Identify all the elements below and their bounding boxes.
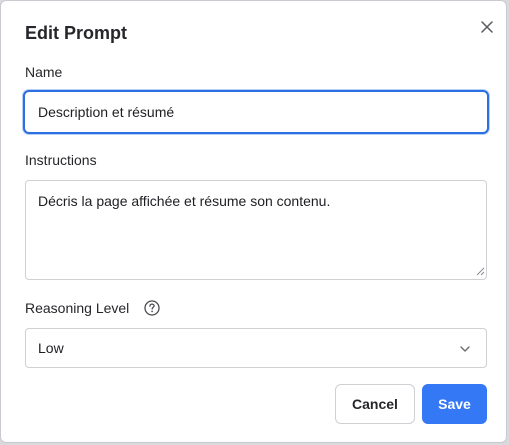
name-input[interactable] bbox=[23, 90, 489, 134]
reasoning-level-value: Low bbox=[38, 340, 64, 356]
reasoning-level-label: Reasoning Level bbox=[25, 300, 130, 316]
chevron-down-icon bbox=[460, 346, 470, 352]
close-icon bbox=[481, 21, 493, 33]
reasoning-level-select[interactable]: Low bbox=[25, 328, 487, 368]
instructions-label: Instructions bbox=[25, 152, 97, 168]
edit-prompt-dialog: Edit Prompt Name Instructions Décris la … bbox=[0, 0, 507, 443]
close-button[interactable] bbox=[475, 15, 499, 39]
save-button[interactable]: Save bbox=[422, 384, 487, 424]
resize-grip-icon[interactable] bbox=[475, 266, 485, 276]
help-circle-icon[interactable] bbox=[143, 299, 161, 317]
dialog-title: Edit Prompt bbox=[25, 23, 127, 43]
name-label: Name bbox=[25, 64, 63, 80]
cancel-button[interactable]: Cancel bbox=[335, 384, 415, 424]
instructions-textarea[interactable]: Décris la page affichée et résume son co… bbox=[25, 180, 487, 280]
